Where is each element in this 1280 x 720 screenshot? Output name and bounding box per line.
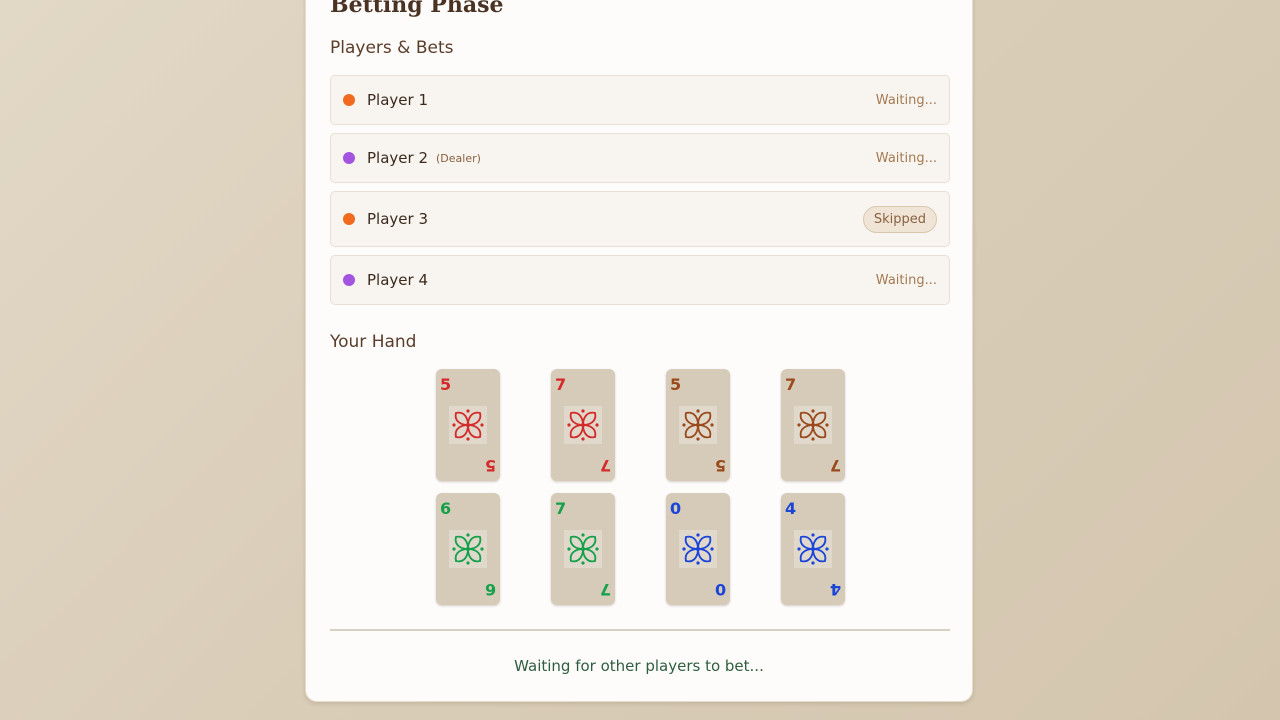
player-color-dot bbox=[343, 152, 355, 164]
card-value-inverted: 7 bbox=[599, 456, 611, 475]
player-name: Player 1 bbox=[367, 91, 428, 109]
card-ornament-icon bbox=[564, 530, 602, 568]
player-row-2: Player 2 (Dealer) Waiting... bbox=[330, 133, 950, 183]
card-ornament-icon bbox=[679, 530, 717, 568]
card-ornament-icon bbox=[679, 406, 717, 444]
card-value: 7 bbox=[555, 499, 567, 518]
divider bbox=[330, 629, 950, 631]
hand-section-title: Your Hand bbox=[330, 332, 417, 352]
player-row-1: Player 1 Waiting... bbox=[330, 75, 950, 125]
player-color-dot bbox=[343, 94, 355, 106]
card-ornament-icon bbox=[794, 530, 832, 568]
hand-card[interactable]: 77 bbox=[551, 493, 615, 605]
hand-card[interactable]: 66 bbox=[436, 493, 500, 605]
player-name: Player 3 bbox=[367, 210, 428, 228]
card-value-inverted: 4 bbox=[829, 580, 841, 599]
phase-title: Betting Phase bbox=[330, 0, 504, 18]
bet-status: Waiting... bbox=[875, 92, 937, 108]
card-ornament-icon bbox=[794, 406, 832, 444]
card-value: 4 bbox=[785, 499, 797, 518]
player-color-dot bbox=[343, 274, 355, 286]
card-value-inverted: 7 bbox=[829, 456, 841, 475]
hand-card[interactable]: 77 bbox=[781, 369, 845, 481]
card-ornament-icon bbox=[449, 406, 487, 444]
player-name: Player 4 bbox=[367, 271, 428, 289]
player-color-dot bbox=[343, 213, 355, 225]
waiting-status: Waiting for other players to bet... bbox=[514, 657, 764, 675]
skipped-badge: Skipped bbox=[862, 205, 937, 233]
player-row-4: Player 4 Waiting... bbox=[330, 255, 950, 305]
card-value: 7 bbox=[785, 375, 797, 394]
card-value: 5 bbox=[670, 375, 682, 394]
hand-card[interactable]: 55 bbox=[436, 369, 500, 481]
card-ornament-icon bbox=[564, 406, 602, 444]
card-value-inverted: 0 bbox=[714, 580, 726, 599]
players-section-title: Players & Bets bbox=[330, 38, 454, 58]
player-name: Player 2 bbox=[367, 149, 428, 167]
player-row-3: Player 3 Skipped bbox=[330, 191, 950, 247]
card-value-inverted: 5 bbox=[484, 456, 496, 475]
card-value: 5 bbox=[440, 375, 452, 394]
card-value-inverted: 5 bbox=[714, 456, 726, 475]
hand-card[interactable]: 00 bbox=[666, 493, 730, 605]
card-value-inverted: 7 bbox=[599, 580, 611, 599]
card-value-inverted: 6 bbox=[484, 580, 496, 599]
card-value: 0 bbox=[670, 499, 682, 518]
card-value: 7 bbox=[555, 375, 567, 394]
bet-status: Waiting... bbox=[875, 272, 937, 288]
hand-card[interactable]: 55 bbox=[666, 369, 730, 481]
dealer-tag: (Dealer) bbox=[436, 151, 481, 165]
card-ornament-icon bbox=[449, 530, 487, 568]
card-value: 6 bbox=[440, 499, 452, 518]
hand-card[interactable]: 77 bbox=[551, 369, 615, 481]
game-panel: Betting Phase Players & Bets Player 1 Wa… bbox=[305, 0, 973, 702]
bet-status: Waiting... bbox=[875, 150, 937, 166]
hand-card[interactable]: 44 bbox=[781, 493, 845, 605]
